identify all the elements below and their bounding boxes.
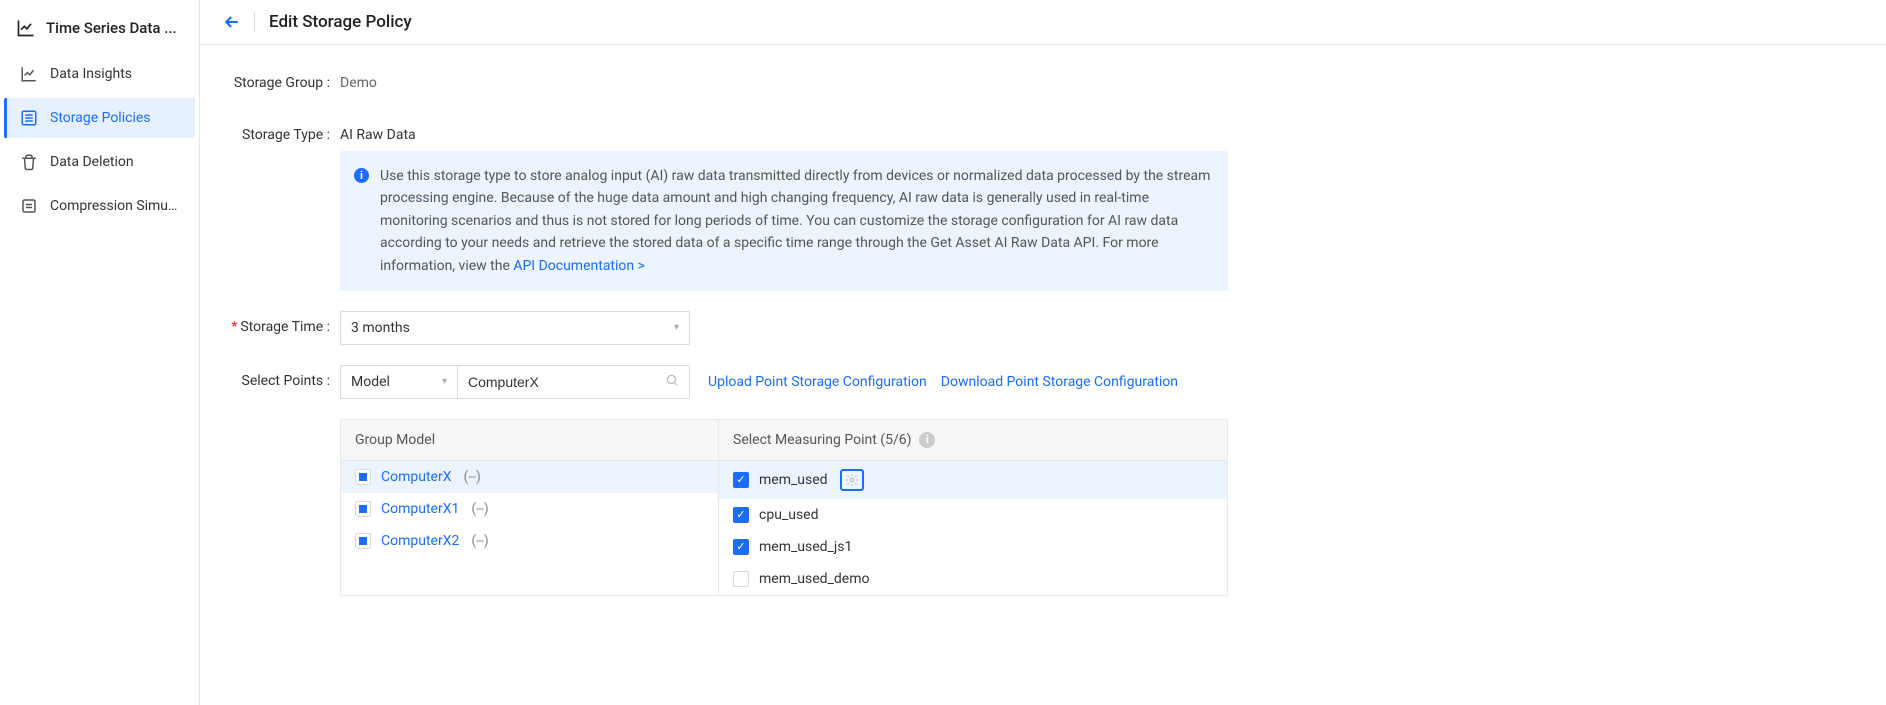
select-points-controls: Model ▾ xyxy=(340,365,690,399)
checkbox[interactable] xyxy=(355,533,371,549)
topbar: Edit Storage Policy xyxy=(200,0,1886,45)
storage-group-label: Storage Group : xyxy=(226,67,340,99)
trash-icon xyxy=(20,153,38,171)
chart-line-icon xyxy=(20,65,38,83)
table-row-model[interactable]: ComputerX2 (--) xyxy=(341,525,718,557)
checkbox[interactable]: ✓ xyxy=(733,472,749,488)
table-row-point[interactable]: ✓ mem_used xyxy=(719,461,1227,499)
model-suffix: (--) xyxy=(463,469,480,485)
chevron-down-icon: ▾ xyxy=(674,322,679,333)
sidebar-item-label: Compression Simul... xyxy=(50,198,179,214)
storage-type-infobox: i Use this storage type to store analog … xyxy=(340,151,1228,291)
sidebar-title: Time Series Data ... xyxy=(46,19,177,37)
page-title: Edit Storage Policy xyxy=(269,12,412,32)
point-name: mem_used_demo xyxy=(759,571,869,587)
sidebar-item-data-insights[interactable]: Data Insights xyxy=(4,54,195,94)
storage-type-value: AI Raw Data xyxy=(340,119,1228,151)
help-icon[interactable]: i xyxy=(919,432,935,448)
download-point-config-link[interactable]: Download Point Storage Configuration xyxy=(941,374,1178,390)
sidebar-item-label: Data Insights xyxy=(50,66,132,82)
point-name: cpu_used xyxy=(759,507,819,523)
storage-group-value: Demo xyxy=(340,67,377,99)
arrow-left-icon xyxy=(222,12,242,32)
info-icon: i xyxy=(354,168,369,183)
model-suffix: (--) xyxy=(471,501,488,517)
api-documentation-link[interactable]: API Documentation > xyxy=(513,258,645,274)
storage-time-select[interactable]: 3 months ▾ xyxy=(340,311,690,345)
chevron-down-icon: ▾ xyxy=(442,376,447,387)
sidebar: Time Series Data ... Data Insights Stora… xyxy=(0,0,200,705)
sidebar-header: Time Series Data ... xyxy=(0,8,199,52)
storage-time-value: 3 months xyxy=(351,320,410,336)
back-button[interactable] xyxy=(222,12,255,32)
sidebar-item-data-deletion[interactable]: Data Deletion xyxy=(4,142,195,182)
checkbox[interactable] xyxy=(355,469,371,485)
list-icon xyxy=(20,109,38,127)
select-points-search[interactable] xyxy=(458,365,690,399)
upload-point-config-link[interactable]: Upload Point Storage Configuration xyxy=(708,374,927,390)
model-link[interactable]: ComputerX xyxy=(381,469,451,485)
table-row-model[interactable]: ComputerX (--) xyxy=(341,461,718,493)
model-suffix: (--) xyxy=(471,533,488,549)
model-link[interactable]: ComputerX2 xyxy=(381,533,459,549)
model-link[interactable]: ComputerX1 xyxy=(381,501,459,517)
storage-time-label: *Storage Time : xyxy=(226,311,340,343)
table-row-model[interactable]: ComputerX1 (--) xyxy=(341,493,718,525)
sidebar-item-label: Data Deletion xyxy=(50,154,134,170)
sidebar-item-storage-policies[interactable]: Storage Policies xyxy=(4,98,195,138)
table-row-point[interactable]: ✓ cpu_used xyxy=(719,499,1227,531)
chart-line-icon xyxy=(16,18,36,38)
checkbox[interactable] xyxy=(733,571,749,587)
point-config-links: Upload Point Storage Configuration Downl… xyxy=(708,365,1178,399)
checkbox[interactable]: ✓ xyxy=(733,507,749,523)
select-points-mode[interactable]: Model ▾ xyxy=(340,365,458,399)
point-name: mem_used xyxy=(759,472,828,488)
points-table: Group Model Select Measuring Point (5/6)… xyxy=(340,419,1228,596)
table-row-point[interactable]: mem_used_demo xyxy=(719,563,1227,595)
search-icon[interactable] xyxy=(665,373,679,391)
checkbox[interactable] xyxy=(355,501,371,517)
main: Edit Storage Policy Storage Group : Demo… xyxy=(200,0,1886,705)
select-points-mode-value: Model xyxy=(351,374,390,390)
table-head-group-model: Group Model xyxy=(341,420,719,460)
point-name: mem_used_js1 xyxy=(759,539,852,555)
select-points-label: Select Points : xyxy=(226,365,340,397)
search-input[interactable] xyxy=(468,374,665,390)
table-row-point[interactable]: ✓ mem_used_js1 xyxy=(719,531,1227,563)
compress-icon xyxy=(20,197,38,215)
sidebar-item-compression-simul[interactable]: Compression Simul... xyxy=(4,186,195,226)
content: Storage Group : Demo Storage Type : AI R… xyxy=(200,45,1886,618)
infobox-text: Use this storage type to store analog in… xyxy=(380,168,1210,274)
sidebar-item-label: Storage Policies xyxy=(50,110,151,126)
checkbox[interactable]: ✓ xyxy=(733,539,749,555)
table-head-measuring-point: Select Measuring Point (5/6) i xyxy=(719,420,1227,460)
storage-type-label: Storage Type : xyxy=(226,119,340,151)
gear-icon[interactable] xyxy=(840,469,864,491)
